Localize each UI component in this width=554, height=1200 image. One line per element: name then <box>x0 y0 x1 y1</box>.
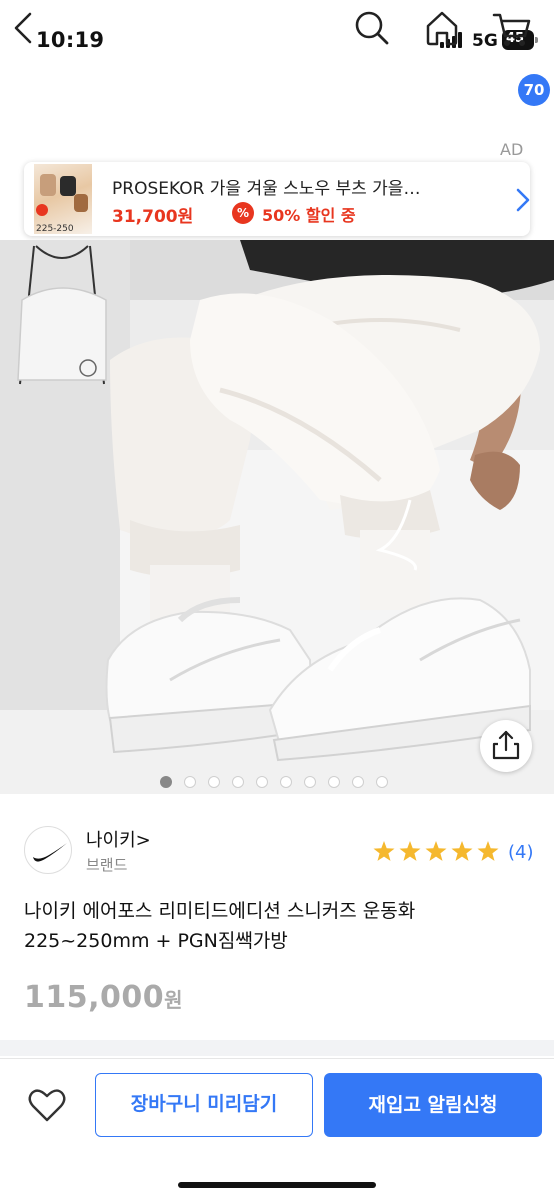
pager-dot[interactable] <box>280 776 292 788</box>
star-icon <box>477 841 499 861</box>
brand-logo[interactable] <box>24 826 72 874</box>
brand-name[interactable]: 나이키> <box>86 826 151 852</box>
heart-icon <box>28 1089 66 1122</box>
pager-dot[interactable] <box>328 776 340 788</box>
ad-title: PROSEKOR 가을 겨울 스노우 부츠 가을… <box>112 179 421 199</box>
pager-dot[interactable] <box>304 776 316 788</box>
status-time: 10:19 <box>36 28 105 52</box>
section-divider <box>0 1040 554 1056</box>
search-button[interactable] <box>350 6 394 50</box>
add-to-cart-button[interactable]: 장바구니 미리담기 <box>95 1073 313 1137</box>
back-button[interactable] <box>8 6 42 50</box>
share-icon <box>492 730 520 760</box>
product-price: 115,000원 <box>24 980 183 1015</box>
home-icon <box>426 11 458 46</box>
price-unit: 원 <box>164 988 184 1012</box>
restock-alert-button[interactable]: 재입고 알림신청 <box>324 1073 542 1137</box>
star-icon <box>425 841 447 861</box>
pager-dot[interactable] <box>232 776 244 788</box>
chevron-right-icon <box>516 188 530 212</box>
search-icon <box>355 11 389 45</box>
ad-price: 31,700원 <box>112 207 194 227</box>
pager-dot[interactable] <box>208 776 220 788</box>
top-nav <box>0 78 554 136</box>
chevron-left-icon <box>14 12 32 44</box>
pager-dot[interactable] <box>256 776 268 788</box>
discount-icon: % <box>232 202 254 224</box>
ad-label: AD <box>500 140 524 159</box>
home-button[interactable] <box>420 6 464 50</box>
status-bar: 10:19 5G 45 <box>0 0 554 80</box>
star-icon <box>373 841 395 861</box>
pager-dot[interactable] <box>184 776 196 788</box>
share-button[interactable] <box>480 720 532 772</box>
image-pager <box>160 776 400 790</box>
star-icon <box>399 841 421 861</box>
brand-subtitle: 브랜드 <box>86 856 128 874</box>
price-value: 115,000 <box>24 980 165 1015</box>
star-icon <box>451 841 473 861</box>
ad-discount: 50% 할인 중 <box>262 206 356 225</box>
bag-thumbnail <box>17 245 107 385</box>
cart-button[interactable] <box>490 6 534 50</box>
cart-count-badge: 70 <box>518 74 550 106</box>
wishlist-button[interactable] <box>24 1082 70 1128</box>
review-count[interactable]: (4) <box>508 842 534 863</box>
rating-stars <box>372 840 504 864</box>
cart-icon <box>492 13 531 46</box>
home-indicator <box>178 1182 376 1188</box>
pager-dot[interactable] <box>352 776 364 788</box>
ad-thumbnail-size: 225-250 <box>36 224 74 234</box>
pager-dot[interactable] <box>160 776 172 788</box>
pager-dot[interactable] <box>376 776 388 788</box>
nike-logo-icon <box>33 843 67 862</box>
ad-banner[interactable]: 225-250 PROSEKOR 가을 겨울 스노우 부츠 가을… 31,700… <box>24 162 530 236</box>
product-title: 나이키 에어포스 리미티드에디션 스니커즈 운동화 225~250mm + PG… <box>24 900 416 952</box>
